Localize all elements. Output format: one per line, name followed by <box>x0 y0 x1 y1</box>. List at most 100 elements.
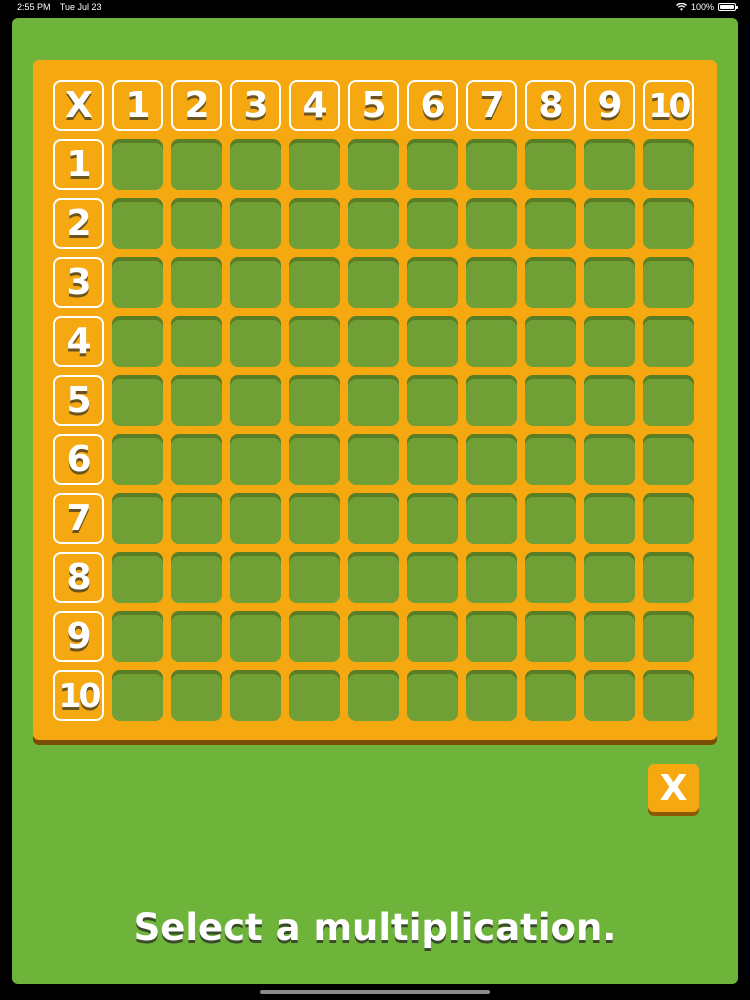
product-cell-10x6[interactable] <box>407 670 458 721</box>
product-cell-4x4[interactable] <box>289 316 340 367</box>
column-header-7[interactable]: 7 <box>466 80 517 131</box>
product-cell-1x6[interactable] <box>407 139 458 190</box>
product-cell-9x4[interactable] <box>289 611 340 662</box>
product-cell-10x3[interactable] <box>230 670 281 721</box>
product-cell-8x3[interactable] <box>230 552 281 603</box>
row-header-2[interactable]: 2 <box>53 198 104 249</box>
product-cell-9x3[interactable] <box>230 611 281 662</box>
product-cell-8x10[interactable] <box>643 552 694 603</box>
product-cell-7x4[interactable] <box>289 493 340 544</box>
product-cell-5x3[interactable] <box>230 375 281 426</box>
product-cell-5x2[interactable] <box>171 375 222 426</box>
product-cell-8x8[interactable] <box>525 552 576 603</box>
product-cell-1x5[interactable] <box>348 139 399 190</box>
product-cell-8x1[interactable] <box>112 552 163 603</box>
product-cell-4x3[interactable] <box>230 316 281 367</box>
product-cell-9x8[interactable] <box>525 611 576 662</box>
product-cell-5x6[interactable] <box>407 375 458 426</box>
product-cell-3x2[interactable] <box>171 257 222 308</box>
product-cell-10x8[interactable] <box>525 670 576 721</box>
product-cell-7x10[interactable] <box>643 493 694 544</box>
column-header-4[interactable]: 4 <box>289 80 340 131</box>
product-cell-10x9[interactable] <box>584 670 635 721</box>
product-cell-8x5[interactable] <box>348 552 399 603</box>
column-header-6[interactable]: 6 <box>407 80 458 131</box>
product-cell-6x7[interactable] <box>466 434 517 485</box>
product-cell-3x5[interactable] <box>348 257 399 308</box>
product-cell-8x9[interactable] <box>584 552 635 603</box>
product-cell-1x2[interactable] <box>171 139 222 190</box>
product-cell-2x6[interactable] <box>407 198 458 249</box>
clear-button[interactable]: X <box>648 764 699 812</box>
column-header-2[interactable]: 2 <box>171 80 222 131</box>
row-header-10[interactable]: 10 <box>53 670 104 721</box>
column-header-1[interactable]: 1 <box>112 80 163 131</box>
column-header-9[interactable]: 9 <box>584 80 635 131</box>
product-cell-4x8[interactable] <box>525 316 576 367</box>
product-cell-3x6[interactable] <box>407 257 458 308</box>
product-cell-3x1[interactable] <box>112 257 163 308</box>
home-indicator[interactable] <box>260 990 490 994</box>
product-cell-2x3[interactable] <box>230 198 281 249</box>
product-cell-3x7[interactable] <box>466 257 517 308</box>
product-cell-3x8[interactable] <box>525 257 576 308</box>
product-cell-7x8[interactable] <box>525 493 576 544</box>
product-cell-7x1[interactable] <box>112 493 163 544</box>
product-cell-9x10[interactable] <box>643 611 694 662</box>
product-cell-4x1[interactable] <box>112 316 163 367</box>
row-header-7[interactable]: 7 <box>53 493 104 544</box>
product-cell-4x2[interactable] <box>171 316 222 367</box>
product-cell-8x2[interactable] <box>171 552 222 603</box>
product-cell-6x1[interactable] <box>112 434 163 485</box>
product-cell-2x9[interactable] <box>584 198 635 249</box>
product-cell-2x8[interactable] <box>525 198 576 249</box>
row-header-6[interactable]: 6 <box>53 434 104 485</box>
product-cell-10x7[interactable] <box>466 670 517 721</box>
product-cell-7x6[interactable] <box>407 493 458 544</box>
product-cell-2x2[interactable] <box>171 198 222 249</box>
product-cell-1x10[interactable] <box>643 139 694 190</box>
product-cell-10x4[interactable] <box>289 670 340 721</box>
product-cell-2x1[interactable] <box>112 198 163 249</box>
product-cell-2x5[interactable] <box>348 198 399 249</box>
product-cell-5x7[interactable] <box>466 375 517 426</box>
row-header-8[interactable]: 8 <box>53 552 104 603</box>
column-header-8[interactable]: 8 <box>525 80 576 131</box>
product-cell-9x1[interactable] <box>112 611 163 662</box>
product-cell-2x10[interactable] <box>643 198 694 249</box>
product-cell-2x4[interactable] <box>289 198 340 249</box>
product-cell-5x5[interactable] <box>348 375 399 426</box>
product-cell-8x6[interactable] <box>407 552 458 603</box>
product-cell-4x6[interactable] <box>407 316 458 367</box>
product-cell-1x8[interactable] <box>525 139 576 190</box>
product-cell-9x2[interactable] <box>171 611 222 662</box>
product-cell-7x5[interactable] <box>348 493 399 544</box>
product-cell-3x3[interactable] <box>230 257 281 308</box>
product-cell-2x7[interactable] <box>466 198 517 249</box>
product-cell-6x6[interactable] <box>407 434 458 485</box>
product-cell-9x6[interactable] <box>407 611 458 662</box>
product-cell-6x9[interactable] <box>584 434 635 485</box>
product-cell-6x3[interactable] <box>230 434 281 485</box>
product-cell-6x5[interactable] <box>348 434 399 485</box>
product-cell-5x4[interactable] <box>289 375 340 426</box>
product-cell-4x10[interactable] <box>643 316 694 367</box>
column-header-5[interactable]: 5 <box>348 80 399 131</box>
product-cell-1x4[interactable] <box>289 139 340 190</box>
product-cell-1x3[interactable] <box>230 139 281 190</box>
product-cell-8x4[interactable] <box>289 552 340 603</box>
product-cell-6x4[interactable] <box>289 434 340 485</box>
product-cell-9x5[interactable] <box>348 611 399 662</box>
row-header-9[interactable]: 9 <box>53 611 104 662</box>
product-cell-10x1[interactable] <box>112 670 163 721</box>
product-cell-6x2[interactable] <box>171 434 222 485</box>
product-cell-1x1[interactable] <box>112 139 163 190</box>
product-cell-7x7[interactable] <box>466 493 517 544</box>
product-cell-3x10[interactable] <box>643 257 694 308</box>
product-cell-9x7[interactable] <box>466 611 517 662</box>
product-cell-7x3[interactable] <box>230 493 281 544</box>
product-cell-10x10[interactable] <box>643 670 694 721</box>
product-cell-5x1[interactable] <box>112 375 163 426</box>
product-cell-5x8[interactable] <box>525 375 576 426</box>
product-cell-10x2[interactable] <box>171 670 222 721</box>
